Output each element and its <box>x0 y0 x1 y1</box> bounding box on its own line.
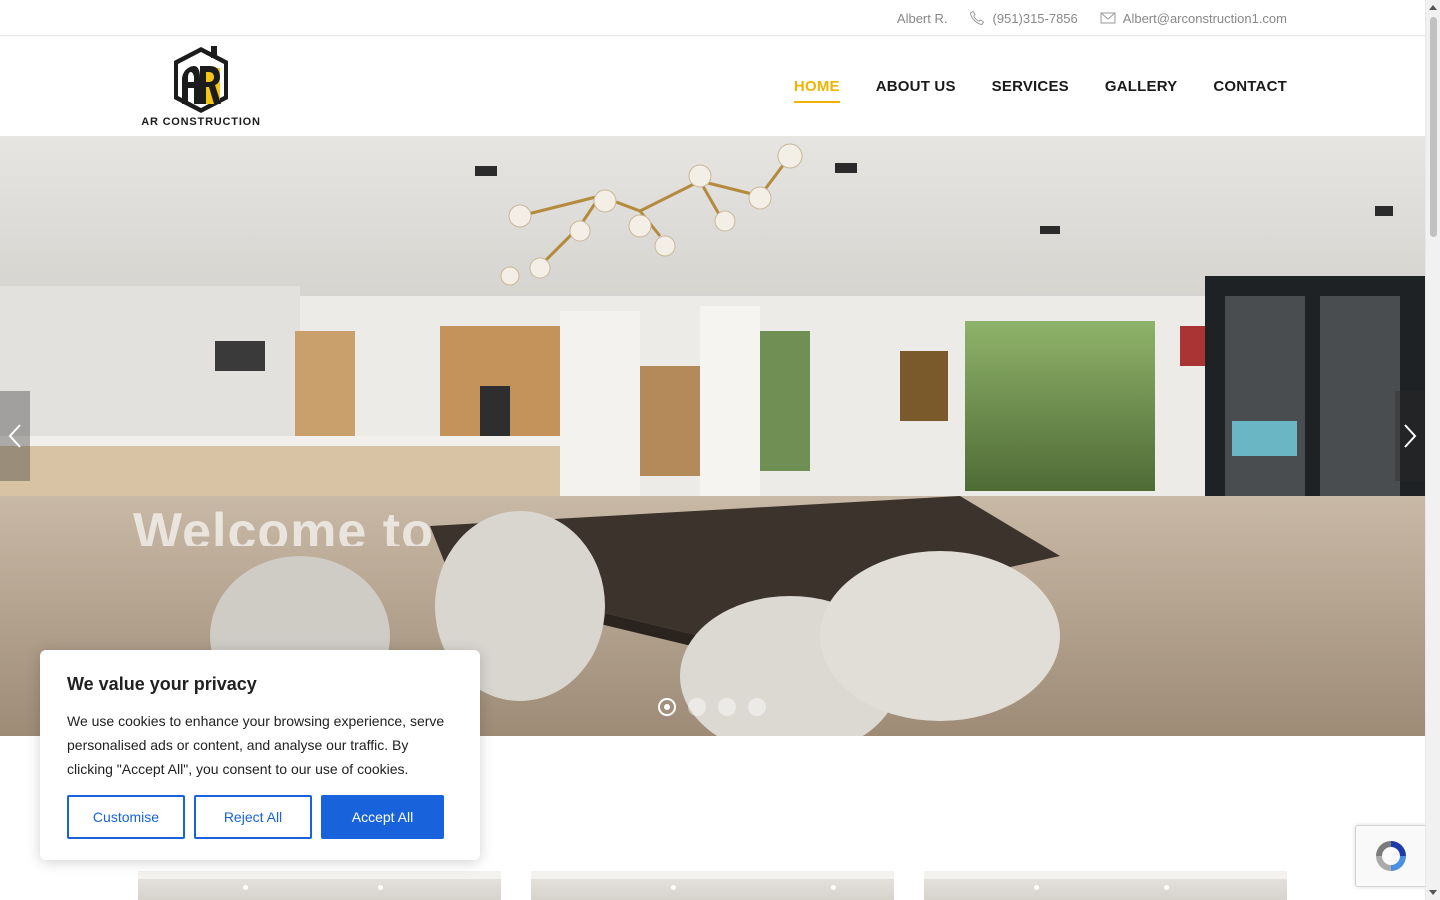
hero-slider: Welcome to <box>0 136 1425 736</box>
slider-dot-4[interactable] <box>748 698 766 716</box>
cookie-consent-banner: We value your privacy We use cookies to … <box>40 650 480 860</box>
nav-services[interactable]: SERVICES <box>992 72 1069 101</box>
nav-contact[interactable]: CONTACT <box>1213 72 1287 101</box>
cookie-buttons: Customise Reject All Accept All <box>67 795 444 839</box>
slider-pagination <box>658 698 766 716</box>
top-contact-bar: Albert R. (951)315-7856 Albert@arconstru… <box>0 0 1425 36</box>
cookie-title: We value your privacy <box>67 674 257 694</box>
accept-all-button[interactable]: Accept All <box>321 795 444 839</box>
chevron-right-icon <box>1404 424 1417 448</box>
slider-dot-3[interactable] <box>718 698 736 716</box>
slider-dot-1[interactable] <box>658 698 676 716</box>
scroll-thumb[interactable] <box>1430 17 1437 237</box>
nav-gallery[interactable]: GALLERY <box>1105 72 1178 101</box>
recaptcha-badge[interactable] <box>1355 825 1427 887</box>
hero-title: Welcome to <box>133 503 434 546</box>
site-logo[interactable]: AR CONSTRUCTION <box>138 44 264 130</box>
contact-phone-text[interactable]: (951)315-7856 <box>992 11 1077 26</box>
phone-icon <box>970 10 985 26</box>
nav-about-us[interactable]: ABOUT US <box>876 72 956 101</box>
logo-text: AR CONSTRUCTION <box>141 116 261 128</box>
cookie-text: We use cookies to enhance your browsing … <box>67 713 445 777</box>
customise-button[interactable]: Customise <box>67 795 185 839</box>
envelope-icon <box>1100 12 1116 24</box>
contact-name-text: Albert R. <box>896 10 948 26</box>
service-card-1[interactable] <box>138 871 501 900</box>
contact-name: Albert R. <box>897 11 948 26</box>
recaptcha-icon <box>1376 841 1406 871</box>
reject-all-button[interactable]: Reject All <box>194 795 312 839</box>
page-scrollbar[interactable] <box>1425 0 1440 900</box>
hero-image <box>0 136 1425 736</box>
scroll-down-arrow[interactable] <box>1429 890 1437 895</box>
slider-dot-2[interactable] <box>688 698 706 716</box>
contact-email[interactable]: Albert@arconstruction1.com <box>1100 10 1287 26</box>
site-header: AR CONSTRUCTION HOME ABOUT US SERVICES G… <box>0 36 1425 136</box>
contact-phone[interactable]: (951)315-7856 <box>969 10 1078 26</box>
nav-home[interactable]: HOME <box>793 72 840 103</box>
main-navigation: HOME ABOUT US SERVICES GALLERY CONTACT <box>793 36 1287 136</box>
chevron-left-icon <box>8 424 21 448</box>
slider-prev-button[interactable] <box>0 391 30 481</box>
contact-email-text[interactable]: Albert@arconstruction1.com <box>1123 11 1287 26</box>
ar-logo-mark <box>174 46 228 113</box>
service-card-3[interactable] <box>924 871 1287 900</box>
slider-next-button[interactable] <box>1395 391 1425 481</box>
topbar-contacts: Albert R. (951)315-7856 Albert@arconstru… <box>897 0 1287 36</box>
scroll-up-arrow[interactable] <box>1429 5 1437 10</box>
service-card-2[interactable] <box>531 871 894 900</box>
